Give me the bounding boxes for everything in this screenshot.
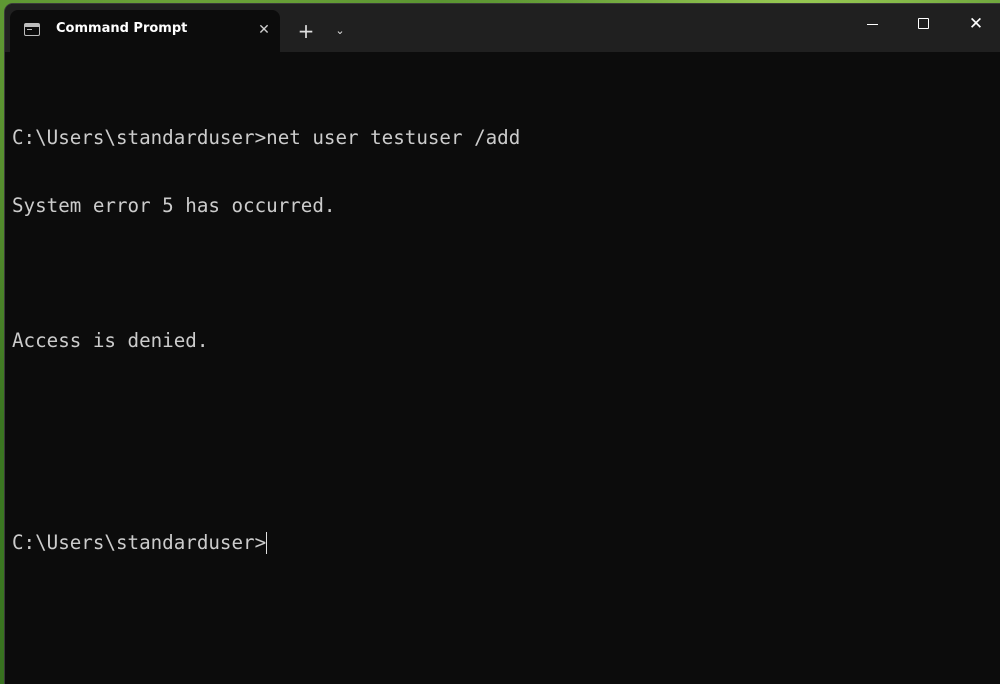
tab-close-button[interactable]: ✕	[250, 16, 278, 44]
command-prompt-window: Command Prompt ✕ + ⌄ ✕ C:\Users\standard…	[5, 4, 1000, 684]
close-icon: ✕	[968, 14, 984, 34]
tab-title: Command Prompt	[56, 21, 188, 36]
close-window-button[interactable]: ✕	[950, 4, 1000, 44]
new-tab-button[interactable]: +	[291, 16, 321, 46]
close-icon: ✕	[258, 22, 270, 38]
terminal-prompt-line[interactable]: C:\Users\standarduser>	[12, 531, 992, 555]
text-cursor	[266, 532, 268, 554]
terminal-line: C:\Users\standarduser>net user testuser …	[12, 126, 521, 149]
minimize-button[interactable]	[846, 4, 898, 44]
terminal-output[interactable]: C:\Users\standarduser>net user testuser …	[12, 82, 992, 600]
plus-icon: +	[297, 19, 315, 43]
title-bar[interactable]: Command Prompt ✕ + ⌄ ✕	[5, 4, 1000, 52]
terminal-line: System error 5 has occurred.	[12, 193, 336, 217]
tab-dropdown-button[interactable]: ⌄	[327, 16, 353, 46]
terminal-icon	[24, 23, 40, 36]
minimize-icon	[867, 24, 878, 25]
maximize-icon	[918, 18, 929, 29]
terminal-prompt: C:\Users\standarduser>	[12, 531, 267, 554]
terminal-line: Access is denied.	[12, 328, 209, 352]
maximize-button[interactable]	[898, 4, 950, 44]
tab-command-prompt[interactable]: Command Prompt ✕	[10, 10, 280, 52]
chevron-down-icon: ⌄	[335, 24, 345, 37]
